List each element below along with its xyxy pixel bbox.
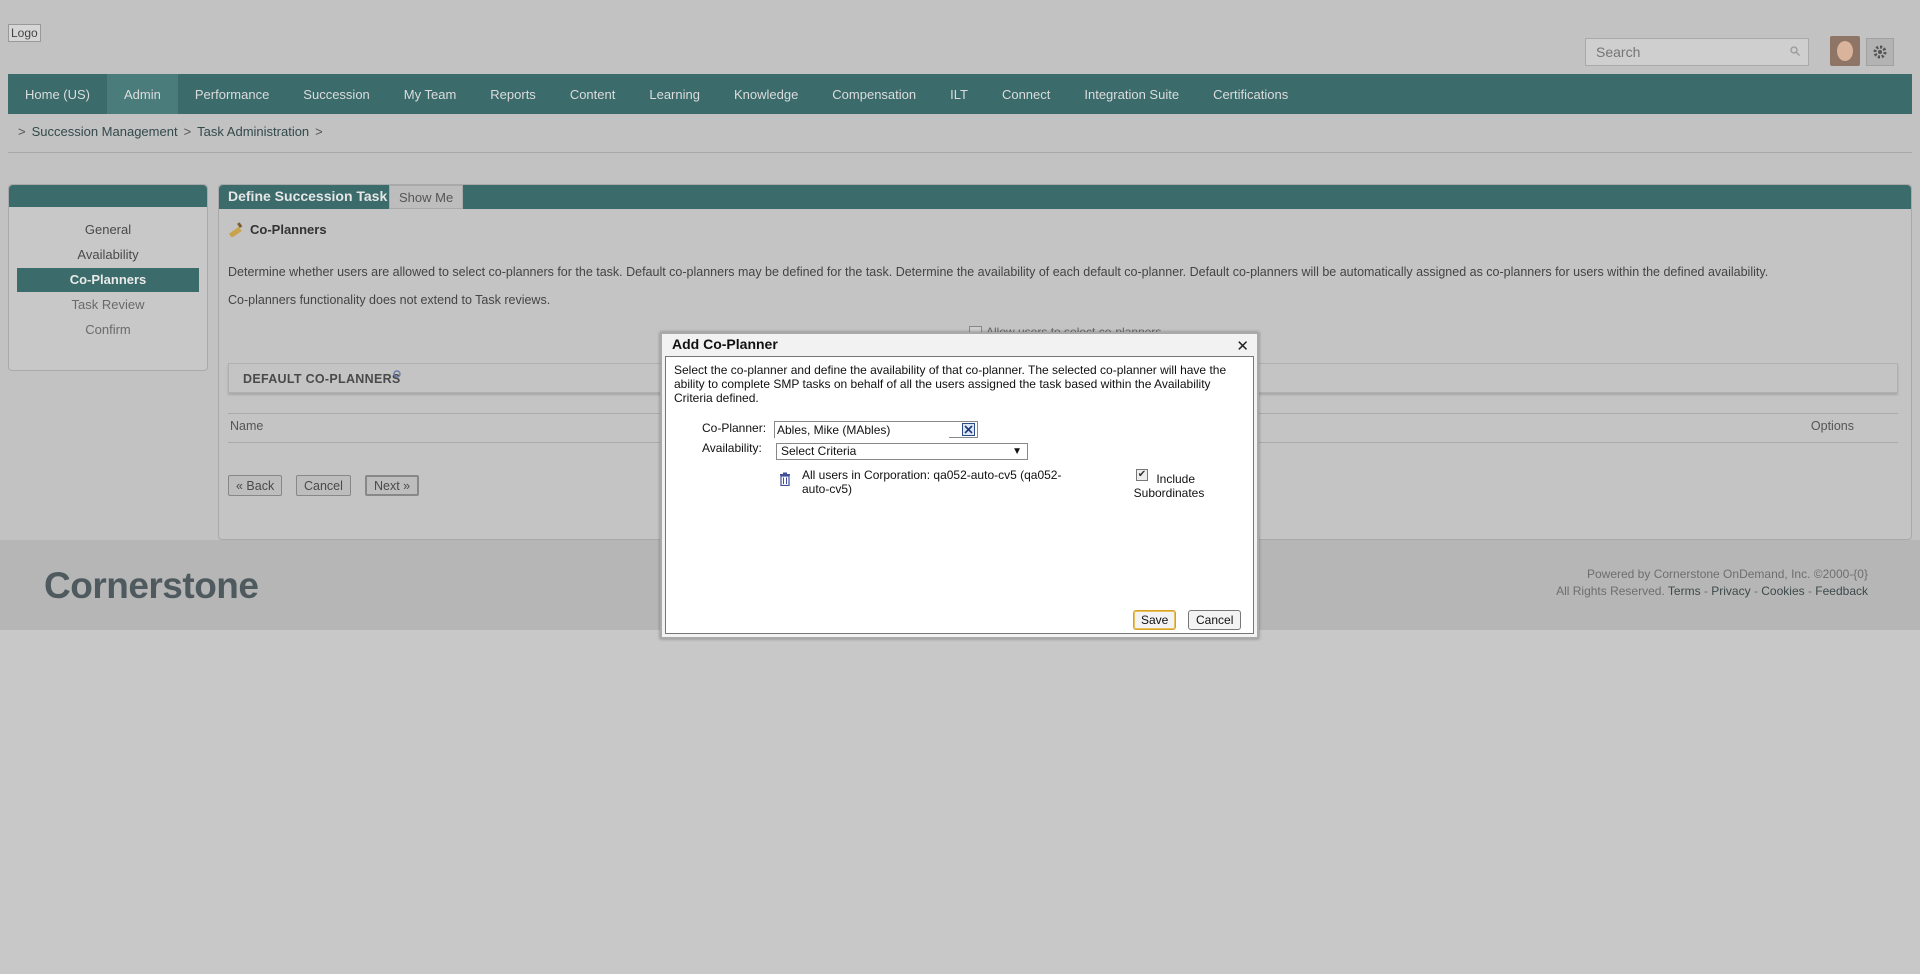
add-icon[interactable] bbox=[393, 370, 401, 378]
add-co-planner-dialog: Add Co-Planner ✕ Select the co-planner a… bbox=[660, 332, 1259, 639]
availability-criteria-text: All users in Corporation: qa052-auto-cv5… bbox=[802, 468, 1062, 496]
save-button[interactable]: Save bbox=[1133, 610, 1177, 630]
breadcrumb-separator: > bbox=[315, 124, 323, 139]
nav-item-my-team[interactable]: My Team bbox=[387, 74, 474, 114]
clear-icon[interactable] bbox=[962, 423, 975, 436]
nav-item-ilt[interactable]: ILT bbox=[933, 74, 985, 114]
search-box[interactable] bbox=[1585, 38, 1809, 66]
sidebar-item-availability[interactable]: Availability bbox=[17, 243, 199, 267]
step-sidebar: General Availability Co-Planners Task Re… bbox=[8, 184, 208, 371]
nav-item-knowledge[interactable]: Knowledge bbox=[717, 74, 815, 114]
nav-item-performance[interactable]: Performance bbox=[178, 74, 286, 114]
co-planner-label: Co-Planner: bbox=[702, 421, 767, 435]
dialog-intro-text: Select the co-planner and define the ava… bbox=[674, 363, 1227, 405]
breadcrumb: > Succession Management > Task Administrati… bbox=[12, 124, 329, 139]
default-co-planners-title: DEFAULT CO-PLANNERS bbox=[243, 372, 401, 386]
page-title: Define Succession Task bbox=[228, 188, 388, 204]
nav-item-home[interactable]: Home (US) bbox=[8, 74, 107, 114]
co-planner-field[interactable] bbox=[774, 421, 978, 438]
gear-icon[interactable] bbox=[1866, 38, 1894, 66]
description-text: Determine whether users are allowed to s… bbox=[228, 265, 1769, 279]
main-panel-header: Define Succession Task Show Me bbox=[219, 185, 1911, 209]
next-button[interactable]: Next » bbox=[365, 475, 420, 496]
avatar[interactable] bbox=[1830, 36, 1860, 66]
sidebar-item-general[interactable]: General bbox=[17, 218, 199, 242]
nav-item-certifications[interactable]: Certifications bbox=[1196, 74, 1305, 114]
footer-links: All Rights Reserved. Terms - Privacy - C… bbox=[1556, 584, 1868, 598]
nav-item-reports[interactable]: Reports bbox=[473, 74, 553, 114]
show-me-button[interactable]: Show Me bbox=[389, 185, 464, 209]
breadcrumb-succession-management[interactable]: Succession Management bbox=[32, 124, 178, 139]
dialog-body: Select the co-planner and define the ava… bbox=[665, 356, 1254, 634]
sidebar-item-co-planners[interactable]: Co-Planners bbox=[17, 268, 199, 292]
column-header-name: Name bbox=[230, 419, 264, 433]
breadcrumb-separator: > bbox=[18, 124, 26, 139]
footer-privacy-link[interactable]: Privacy bbox=[1711, 584, 1750, 598]
footer-cookies-link[interactable]: Cookies bbox=[1761, 584, 1804, 598]
sidebar-header bbox=[9, 185, 207, 207]
logo: Logo bbox=[8, 24, 41, 42]
footer-powered-by: Powered by Cornerstone OnDemand, Inc. ©2… bbox=[1586, 567, 1868, 581]
nav-item-content[interactable]: Content bbox=[553, 74, 633, 114]
search-icon[interactable] bbox=[1790, 46, 1800, 56]
include-subordinates-label: Include Subordinates bbox=[1124, 472, 1214, 500]
nav-item-compensation[interactable]: Compensation bbox=[815, 74, 933, 114]
availability-selected-value: Select Criteria bbox=[781, 444, 857, 458]
footer-terms-link[interactable]: Terms bbox=[1668, 584, 1701, 598]
cornerstone-logo: Cornerstone bbox=[44, 565, 259, 606]
footer-rights: All Rights Reserved. bbox=[1556, 584, 1665, 598]
section-title: Co-Planners bbox=[228, 221, 327, 237]
trash-icon[interactable] bbox=[779, 472, 791, 486]
close-icon[interactable]: ✕ bbox=[1236, 337, 1249, 355]
nav-item-learning[interactable]: Learning bbox=[632, 74, 717, 114]
nav-item-admin[interactable]: Admin bbox=[107, 74, 178, 114]
footer-feedback-link[interactable]: Feedback bbox=[1815, 584, 1868, 598]
availability-label: Availability: bbox=[702, 441, 762, 455]
nav-item-succession[interactable]: Succession bbox=[286, 74, 386, 114]
nav-item-integration-suite[interactable]: Integration Suite bbox=[1067, 74, 1196, 114]
nav-item-connect[interactable]: Connect bbox=[985, 74, 1067, 114]
co-planner-input[interactable] bbox=[775, 422, 949, 438]
dialog-title: Add Co-Planner bbox=[672, 336, 778, 352]
availability-select[interactable]: Select Criteria ▼ bbox=[776, 443, 1028, 460]
page-background: Logo Home (US) Admin Performance Success… bbox=[0, 0, 1920, 974]
back-button[interactable]: « Back bbox=[228, 475, 283, 496]
note-text: Co-planners functionality does not exten… bbox=[228, 293, 551, 307]
divider bbox=[8, 152, 1912, 153]
top-navigation: Home (US) Admin Performance Succession M… bbox=[8, 74, 1912, 114]
dialog-cancel-button[interactable]: Cancel bbox=[1188, 610, 1242, 630]
dropdown-arrow-icon: ▼ bbox=[1012, 446, 1022, 457]
breadcrumb-separator: > bbox=[183, 124, 192, 139]
pencil-icon bbox=[228, 222, 243, 237]
column-header-options: Options bbox=[1810, 419, 1854, 433]
breadcrumb-task-administration[interactable]: Task Administration bbox=[197, 124, 309, 139]
include-subordinates-text: Include Subordinates bbox=[1133, 472, 1205, 500]
sidebar-item-task-review[interactable]: Task Review bbox=[17, 293, 199, 317]
search-input[interactable] bbox=[1586, 39, 1796, 65]
section-title-text: Co-Planners bbox=[250, 221, 327, 237]
cancel-button[interactable]: Cancel bbox=[296, 475, 351, 496]
sidebar-item-confirm[interactable]: Confirm bbox=[17, 318, 199, 342]
